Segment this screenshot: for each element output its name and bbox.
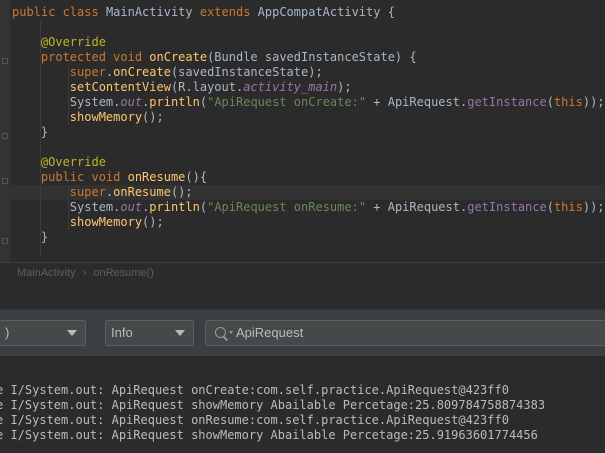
code-line[interactable]: } (12, 230, 48, 245)
code-token: System. (12, 200, 121, 214)
log-line[interactable]: e I/System.out: ApiRequest showMemory Ab… (0, 428, 538, 443)
code-token: System. (12, 95, 121, 109)
code-line[interactable]: showMemory(); (12, 110, 164, 125)
code-token: activity_main (243, 80, 338, 94)
fold-marker-icon[interactable] (2, 178, 8, 184)
log-level-select[interactable]: Info (105, 320, 194, 346)
logcat-output[interactable]: e I/System.out: ApiRequest onCreate:com.… (0, 356, 605, 453)
code-token: ( (546, 95, 554, 109)
code-line[interactable]: setContentView(R.layout.activity_main); (12, 80, 352, 95)
search-input-value: ApiRequest (236, 325, 304, 340)
code-token: println (149, 95, 200, 109)
code-token: (R.layout. (170, 80, 244, 94)
code-token: extends (199, 5, 258, 19)
code-token: void (91, 170, 128, 184)
fold-marker-icon[interactable] (2, 238, 8, 244)
code-token: onResume (127, 170, 186, 184)
log-line[interactable]: e I/System.out: ApiRequest onCreate:com.… (0, 383, 509, 398)
code-line[interactable]: protected void onCreate(Bundle savedInst… (12, 50, 417, 65)
code-token: (){ (185, 170, 208, 184)
code-token: MainActivity (105, 5, 200, 19)
code-token: + ApiRequest. (366, 95, 468, 109)
code-token: "ApiRequest onCreate:" (207, 95, 367, 109)
code-token: getInstance (467, 200, 547, 214)
code-token: onCreate (149, 50, 208, 64)
code-token: )); (582, 95, 605, 109)
code-token: println (149, 200, 200, 214)
log-line[interactable]: e I/System.out: ApiRequest onResume:com.… (0, 413, 509, 428)
chevron-down-icon (67, 330, 77, 336)
code-token: (savedInstanceState); (170, 65, 323, 79)
code-token: super (12, 185, 106, 199)
search-icon[interactable] (215, 327, 226, 338)
code-line[interactable]: System.out.println("ApiRequest onCreate:… (12, 95, 605, 110)
code-token: onCreate (113, 65, 171, 79)
code-token: public (12, 170, 92, 184)
code-line[interactable]: @Override (12, 155, 106, 170)
code-token: } (12, 230, 49, 244)
code-token: showMemory (12, 215, 143, 229)
log-level-value: Info (111, 325, 133, 340)
code-token: class (62, 5, 106, 19)
code-token: (); (142, 110, 164, 124)
logcat-toolbar: ) Info ApiRequest (0, 310, 605, 356)
code-token: this (553, 200, 583, 214)
code-line[interactable]: public void onResume(){ (12, 170, 207, 185)
device-select-value: ) (5, 325, 10, 340)
code-token: ( (546, 200, 554, 214)
code-token: public (12, 5, 63, 19)
code-line[interactable]: super.onCreate(savedInstanceState); (12, 65, 323, 80)
code-line[interactable]: @Override (12, 35, 106, 50)
fold-marker-icon[interactable] (2, 133, 8, 139)
code-line[interactable]: public class MainActivity extends AppCom… (12, 5, 395, 20)
code-token: (); (142, 215, 164, 229)
fold-marker-icon[interactable] (2, 58, 8, 64)
code-token: void (113, 50, 150, 64)
code-token: ); (337, 80, 352, 94)
code-token: @Override (12, 35, 106, 49)
code-token: out (120, 95, 143, 109)
panel-divider (0, 284, 605, 310)
code-token: (Bundle savedInstanceState) { (207, 50, 417, 64)
code-token: protected (12, 50, 114, 64)
code-token: onResume (113, 185, 171, 199)
code-token: + ApiRequest. (366, 200, 468, 214)
code-token: )); (582, 200, 605, 214)
code-line[interactable]: showMemory(); (12, 215, 164, 230)
code-editor[interactable]: public class MainActivity extends AppCom… (0, 0, 605, 262)
code-line[interactable]: } (12, 125, 48, 140)
log-line[interactable]: e I/System.out: ApiRequest showMemory Ab… (0, 398, 545, 413)
breadcrumb-separator: › (82, 267, 87, 279)
code-line[interactable]: super.onResume(); (12, 185, 193, 200)
code-token: out (120, 200, 143, 214)
code-token: } (12, 125, 49, 139)
code-token: this (553, 95, 583, 109)
code-token: getInstance (467, 95, 547, 109)
code-token: super (12, 65, 106, 79)
code-token: setContentView (12, 80, 171, 94)
code-token: showMemory (12, 110, 143, 124)
breadcrumb-method[interactable]: onResume() (93, 267, 154, 279)
chevron-down-icon (175, 330, 185, 336)
search-history-dropdown-icon[interactable] (229, 331, 233, 334)
code-token: AppCompatActivity { (257, 5, 395, 19)
code-token: (); (170, 185, 193, 199)
editor-gutter (0, 0, 10, 262)
code-token: "ApiRequest onResume:" (207, 200, 367, 214)
breadcrumb-class[interactable]: MainActivity (17, 267, 76, 279)
code-token: @Override (12, 155, 106, 169)
breadcrumb: MainActivity › onResume() (0, 262, 605, 284)
code-line[interactable]: System.out.println("ApiRequest onResume:… (12, 200, 605, 215)
device-select[interactable]: ) (0, 320, 86, 346)
logcat-search-input[interactable]: ApiRequest (205, 320, 605, 346)
